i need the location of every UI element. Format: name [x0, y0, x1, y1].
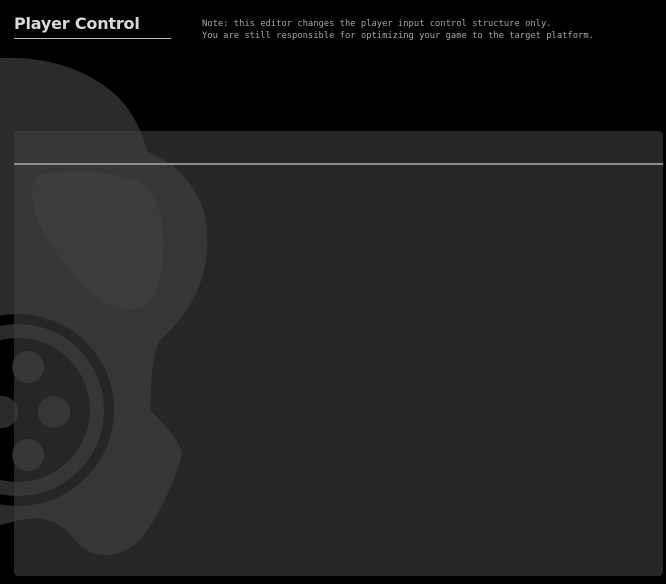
- editor-note-line: You are still responsible for optimizing…: [202, 30, 594, 41]
- page-title: Player Control: [14, 14, 171, 39]
- editor-note: Note: this editor changes the player inp…: [202, 19, 652, 42]
- panel-header: [14, 131, 663, 165]
- editor-note-line: Note: this editor changes the player inp…: [202, 19, 552, 29]
- player-control-panel: [14, 131, 663, 576]
- panel-body: [14, 165, 663, 576]
